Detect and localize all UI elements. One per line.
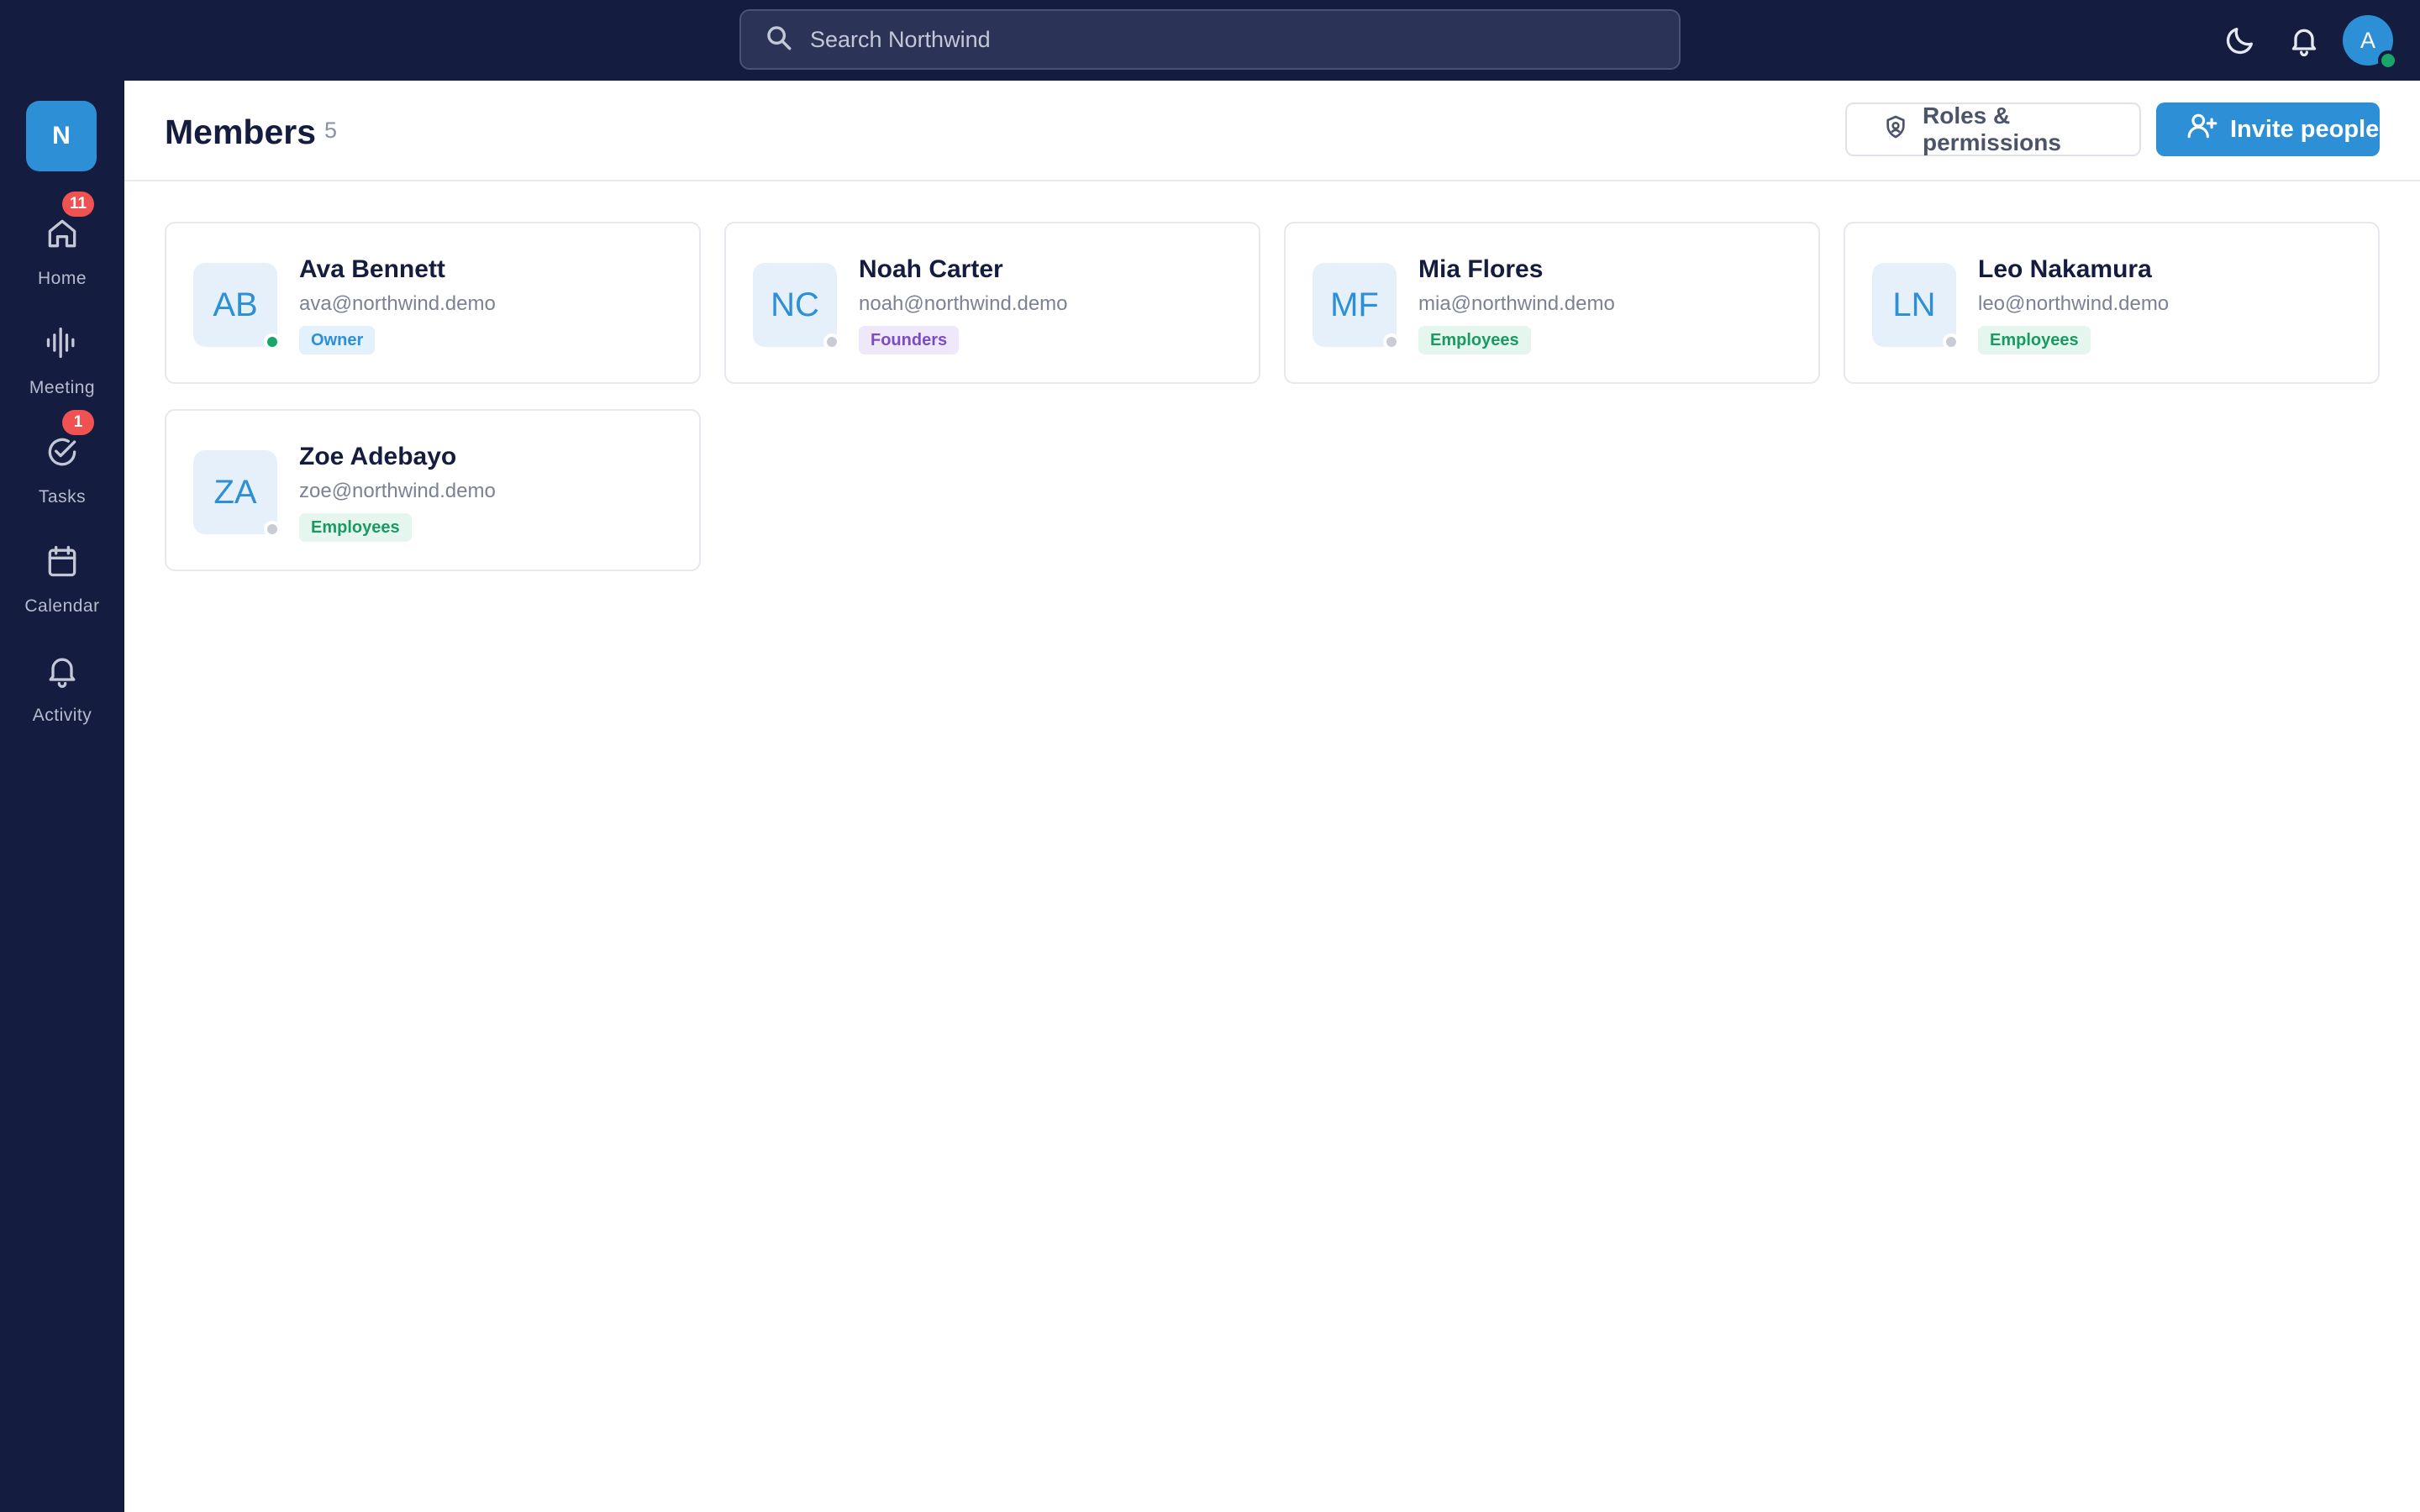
check-circle-icon: 1 [44, 410, 94, 470]
members-grid: AB Ava Bennett ava@northwind.demo Owner … [165, 222, 2380, 571]
status-indicator [1943, 333, 1960, 350]
avatar: LN [1872, 263, 1960, 350]
home-notification-badge: 11 [62, 192, 94, 217]
sidebar-item-meeting[interactable]: Meeting [0, 324, 124, 417]
online-status-dot [2378, 50, 2398, 71]
sidebar-item-activity[interactable]: Activity [0, 652, 124, 744]
member-card[interactable]: MF Mia Flores mia@northwind.demo Employe… [1284, 222, 1820, 384]
member-card[interactable]: LN Leo Nakamura leo@northwind.demo Emplo… [1844, 222, 2380, 384]
role-badge: Owner [299, 326, 376, 354]
sidebar: N 11 Home Meeting 1 Tasks Calendar Activ… [0, 81, 124, 1512]
user-avatar[interactable]: A [2343, 15, 2398, 71]
avatar: AB [193, 263, 281, 350]
role-badge: Employees [1978, 326, 2091, 354]
search-input[interactable]: Search Northwind [810, 27, 991, 53]
member-name: Ava Bennett [299, 255, 445, 283]
status-indicator [264, 521, 281, 538]
roles-permissions-button[interactable]: Roles & permissions [1845, 102, 2141, 156]
member-email: noah@northwind.demo [859, 292, 1068, 315]
status-indicator [264, 333, 281, 350]
sidebar-item-label: Meeting [29, 378, 96, 397]
calendar-icon [44, 543, 81, 580]
workspace-initial: N [52, 122, 71, 150]
member-card[interactable]: NC Noah Carter noah@northwind.demo Found… [724, 222, 1260, 384]
member-name: Leo Nakamura [1978, 255, 2152, 283]
avatar-initials: MF [1330, 286, 1379, 323]
home-icon: 11 [44, 192, 94, 252]
sidebar-item-label: Activity [32, 706, 92, 725]
notifications-bell-icon[interactable] [2287, 24, 2321, 57]
sidebar-item-home[interactable]: 11 Home [0, 192, 124, 307]
top-bar: Search Northwind A [0, 0, 2420, 81]
page-title: Members [165, 113, 317, 151]
moon-icon[interactable] [2223, 24, 2257, 57]
avatar-initials: AB [213, 286, 258, 323]
shield-icon [1882, 113, 1909, 146]
member-name: Noah Carter [859, 255, 1003, 283]
sidebar-item-label: Tasks [38, 487, 87, 507]
workspace-switcher[interactable]: N [26, 101, 97, 171]
sidebar-item-label: Home [37, 269, 87, 288]
member-card[interactable]: AB Ava Bennett ava@northwind.demo Owner [165, 222, 701, 384]
sidebar-item-calendar[interactable]: Calendar [0, 543, 124, 635]
user-avatar-initial: A [2360, 27, 2375, 53]
member-email: zoe@northwind.demo [299, 480, 496, 502]
avatar-initials: ZA [213, 473, 257, 511]
member-email: ava@northwind.demo [299, 292, 496, 315]
invite-people-button[interactable]: Invite people [2156, 102, 2380, 156]
avatar-initials: NC [771, 286, 819, 323]
member-card[interactable]: ZA Zoe Adebayo zoe@northwind.demo Employ… [165, 409, 701, 571]
search-icon [765, 24, 793, 56]
bell-icon [44, 652, 81, 689]
member-count: 5 [324, 118, 338, 143]
avatar: MF [1313, 263, 1400, 350]
avatar-initials: LN [1892, 286, 1936, 323]
page-header: Members 5 Roles & permissions Invite peo… [124, 81, 2420, 181]
waveform-icon [44, 324, 81, 361]
member-email: leo@northwind.demo [1978, 292, 2170, 315]
avatar: NC [753, 263, 840, 350]
role-badge: Employees [299, 513, 412, 542]
add-user-icon [2186, 110, 2218, 149]
member-name: Zoe Adebayo [299, 443, 457, 470]
search-bar[interactable]: Search Northwind [739, 9, 1681, 70]
status-indicator [823, 333, 840, 350]
member-email: mia@northwind.demo [1418, 292, 1615, 315]
member-name: Mia Flores [1418, 255, 1544, 283]
sidebar-item-tasks[interactable]: 1 Tasks [0, 410, 124, 526]
role-badge: Founders [859, 326, 960, 354]
status-indicator [1383, 333, 1400, 350]
tasks-notification-badge: 1 [62, 410, 94, 435]
roles-permissions-label: Roles & permissions [1923, 102, 2061, 155]
sidebar-item-label: Calendar [24, 596, 100, 616]
role-badge: Employees [1418, 326, 1531, 354]
invite-people-label: Invite people [2230, 115, 2380, 143]
avatar: ZA [193, 450, 281, 538]
